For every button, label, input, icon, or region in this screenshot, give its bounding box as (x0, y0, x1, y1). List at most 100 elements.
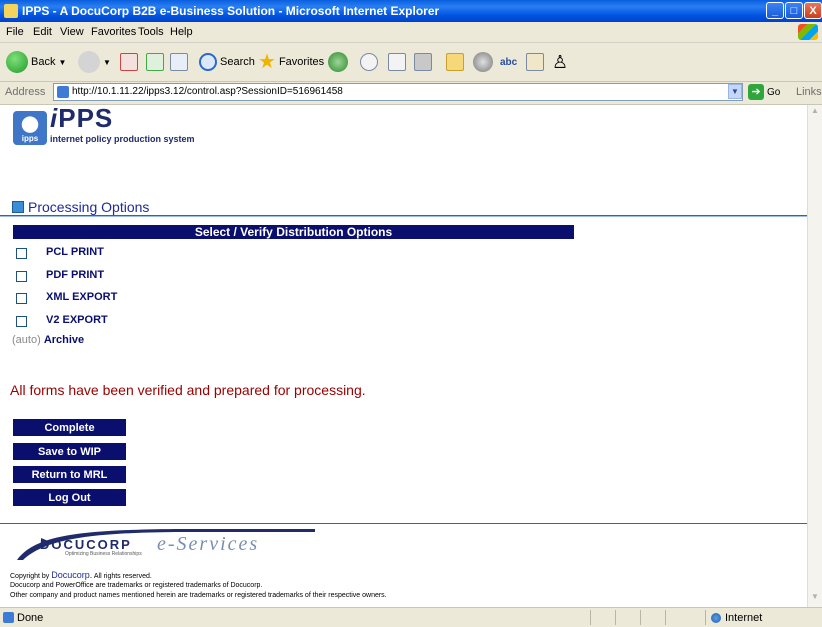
go-button[interactable]: ➔ Go (748, 84, 780, 100)
ipps-logo: iPPS (50, 105, 113, 134)
option-label: XML EXPORT (46, 291, 118, 303)
xml-export-checkbox[interactable] (16, 292, 27, 304)
home-button[interactable] (170, 50, 188, 74)
status-message: All forms have been verified and prepare… (10, 382, 366, 398)
menu-favorites[interactable]: Favorites (91, 26, 136, 38)
history-icon (328, 52, 348, 72)
address-label: Address (5, 86, 46, 98)
menu-file[interactable]: File (6, 26, 24, 38)
favorites-label: Favorites (278, 56, 325, 68)
option-label: PDF PRINT (46, 269, 105, 281)
close-button[interactable]: X (804, 2, 822, 19)
address-input[interactable]: http://10.1.11.22/ipps3.12/control.asp?S… (53, 83, 743, 101)
log-out-button[interactable]: Log Out (13, 489, 126, 506)
copyright-line: Copyright by Docucorp. All rights reserv… (10, 570, 152, 580)
footer-divider (0, 523, 807, 524)
docucorp-logo: DOCUCORP (40, 537, 132, 552)
v2-export-checkbox[interactable] (16, 315, 27, 327)
address-url: http://10.1.11.22/ipps3.12/control.asp?S… (72, 86, 343, 97)
complete-button[interactable]: Complete (13, 419, 126, 436)
scroll-down-arrow-icon[interactable]: ▼ (809, 592, 821, 604)
page-content: ipps iPPS internet policy production sys… (0, 105, 807, 607)
forward-button[interactable]: ▼ (78, 50, 111, 74)
folder-button[interactable] (446, 50, 464, 74)
archive-auto: (auto) (12, 334, 41, 346)
menu-tools[interactable]: Tools (138, 26, 164, 38)
spellcheck-icon: abc (500, 56, 518, 68)
stop-button[interactable] (120, 50, 138, 74)
option-v2-export: V2 EXPORT (16, 313, 108, 329)
printer-icon (388, 53, 406, 71)
logo-subtitle: internet policy production system (50, 134, 195, 144)
copyright-prefix: Copyright by (10, 573, 50, 580)
ipps-logo-icon: ipps (13, 111, 47, 145)
section-title-text: Processing Options (28, 199, 150, 215)
menu-bar: File Edit View Favorites Tools Help (0, 22, 822, 43)
address-bar: Address http://10.1.11.22/ipps3.12/contr… (0, 82, 822, 105)
history-button[interactable] (328, 50, 348, 74)
spellcheck-button[interactable]: abc (500, 50, 517, 74)
folder-icon (446, 53, 464, 71)
edit-button[interactable] (414, 50, 432, 74)
menu-edit[interactable]: Edit (33, 26, 52, 38)
favorites-button[interactable]: ★ Favorites (258, 50, 324, 74)
globe-icon (711, 613, 721, 623)
status-divider (705, 610, 706, 625)
pdf-print-checkbox[interactable] (16, 270, 27, 282)
archive-label: Archive (43, 334, 85, 346)
divider (0, 215, 807, 217)
discuss-button[interactable]: ♙ (552, 50, 568, 74)
address-dropdown-chevron-icon[interactable]: ▼ (728, 84, 742, 99)
menu-view[interactable]: View (60, 26, 84, 38)
image-icon (12, 201, 24, 213)
status-text: Done (17, 612, 44, 624)
vertical-scrollbar[interactable]: ▲ ▼ (807, 105, 822, 607)
windows-logo-icon (798, 24, 818, 40)
menu-help[interactable]: Help (170, 26, 193, 38)
option-label: V2 EXPORT (46, 314, 108, 326)
mail-icon (360, 53, 378, 71)
browser-toolbar: Back ▼ ▼ Search ★ Favorites abc ♙ (0, 43, 822, 82)
mail-button[interactable] (360, 50, 378, 74)
scroll-up-arrow-icon[interactable]: ▲ (809, 106, 821, 118)
forward-arrow-icon (78, 51, 100, 73)
maximize-button[interactable]: □ (785, 2, 803, 19)
print-button[interactable] (388, 50, 406, 74)
return-to-mrl-button[interactable]: Return to MRL (13, 466, 126, 483)
refresh-button[interactable] (146, 50, 164, 74)
zone-label: Internet (725, 612, 763, 624)
status-divider (665, 610, 666, 625)
research-button[interactable] (526, 50, 544, 74)
save-to-wip-button[interactable]: Save to WIP (13, 443, 126, 460)
security-zone: Internet (711, 612, 762, 624)
research-icon (526, 53, 544, 71)
status-divider (640, 610, 641, 625)
ie-app-icon (4, 4, 18, 18)
people-icon: ♙ (552, 51, 569, 72)
search-button[interactable]: Search (199, 50, 255, 74)
window-title-bar: IPPS - A DocuCorp B2B e-Business Solutio… (0, 0, 822, 22)
archive-option: (auto) Archive (12, 334, 84, 346)
status-divider (615, 610, 616, 625)
go-label: Go (767, 86, 781, 98)
edit-page-icon (414, 53, 432, 71)
section-title: Processing Options (12, 199, 149, 215)
option-pdf-print: PDF PRINT (16, 268, 104, 284)
links-toolbar[interactable]: Links (796, 86, 822, 98)
refresh-icon (146, 53, 164, 71)
back-label: Back (31, 56, 56, 68)
home-icon (170, 53, 188, 71)
chevron-down-icon: ▼ (58, 57, 67, 67)
docucorp-link[interactable]: Docucorp. (51, 570, 92, 580)
window-title: IPPS - A DocuCorp B2B e-Business Solutio… (22, 4, 440, 18)
chevron-down-icon: ▼ (103, 57, 111, 67)
page-icon (57, 86, 69, 98)
minimize-button[interactable]: _ (766, 2, 784, 19)
messenger-icon (473, 52, 493, 72)
docucorp-tagline: Optimizing Business Relationships (65, 551, 142, 557)
pcl-print-checkbox[interactable] (16, 247, 27, 259)
go-arrow-icon: ➔ (748, 84, 764, 100)
logo-mark: ipps (21, 134, 39, 143)
back-button[interactable]: Back ▼ (6, 50, 66, 74)
messenger-button[interactable] (473, 50, 493, 74)
